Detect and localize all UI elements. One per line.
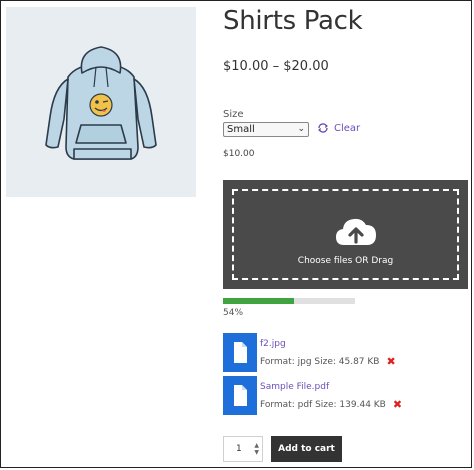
product-image[interactable] bbox=[6, 7, 196, 197]
dropzone-border: Choose files OR Drag bbox=[232, 189, 459, 280]
remove-file-icon[interactable]: ✖ bbox=[386, 355, 395, 368]
file-name[interactable]: f2.jpg bbox=[260, 339, 286, 349]
quantity-value: 1 bbox=[236, 444, 242, 454]
refresh-icon bbox=[318, 123, 328, 133]
file-meta: Format: jpg Size: 45.87 KB ✖ bbox=[260, 355, 396, 368]
file-meta-text: Format: jpg Size: 45.87 KB bbox=[260, 357, 380, 367]
file-meta: Format: pdf Size: 139.44 KB ✖ bbox=[260, 398, 402, 411]
file-icon bbox=[223, 333, 257, 372]
file-name[interactable]: Sample File.pdf bbox=[260, 382, 329, 392]
uploaded-file: Sample File.pdf Format: pdf Size: 139.44… bbox=[223, 376, 473, 416]
product-title: Shirts Pack bbox=[223, 6, 363, 36]
file-meta-text: Format: pdf Size: 139.44 KB bbox=[260, 400, 386, 410]
cloud-upload-icon bbox=[336, 218, 376, 245]
quantity-stepper-icon[interactable]: ▲ ▼ bbox=[254, 442, 259, 456]
chevron-down-icon: ⌄ bbox=[297, 124, 305, 134]
clear-label: Clear bbox=[334, 122, 361, 134]
upload-progress-bar bbox=[223, 298, 355, 304]
file-dropzone[interactable]: Choose files OR Drag bbox=[223, 180, 468, 289]
uploaded-file: f2.jpg Format: jpg Size: 45.87 KB ✖ bbox=[223, 333, 473, 373]
clear-button[interactable]: Clear bbox=[317, 122, 360, 134]
dropzone-text: Choose files OR Drag bbox=[297, 256, 394, 266]
file-icon bbox=[223, 376, 257, 415]
price-range: $10.00 – $20.00 bbox=[223, 59, 329, 74]
upload-progress-fill bbox=[223, 298, 295, 304]
size-select-value: Small bbox=[227, 124, 255, 135]
variation-price: $10.00 bbox=[223, 149, 255, 159]
upload-progress-label: 54% bbox=[223, 308, 244, 318]
hoodie-illustration bbox=[45, 46, 157, 160]
add-to-cart-button[interactable]: Add to cart bbox=[271, 436, 342, 462]
quantity-input[interactable]: 1 ▲ ▼ bbox=[223, 436, 263, 462]
remove-file-icon[interactable]: ✖ bbox=[393, 398, 402, 411]
size-select[interactable]: Small ⌄ bbox=[223, 122, 309, 137]
size-label: Size bbox=[223, 109, 244, 120]
